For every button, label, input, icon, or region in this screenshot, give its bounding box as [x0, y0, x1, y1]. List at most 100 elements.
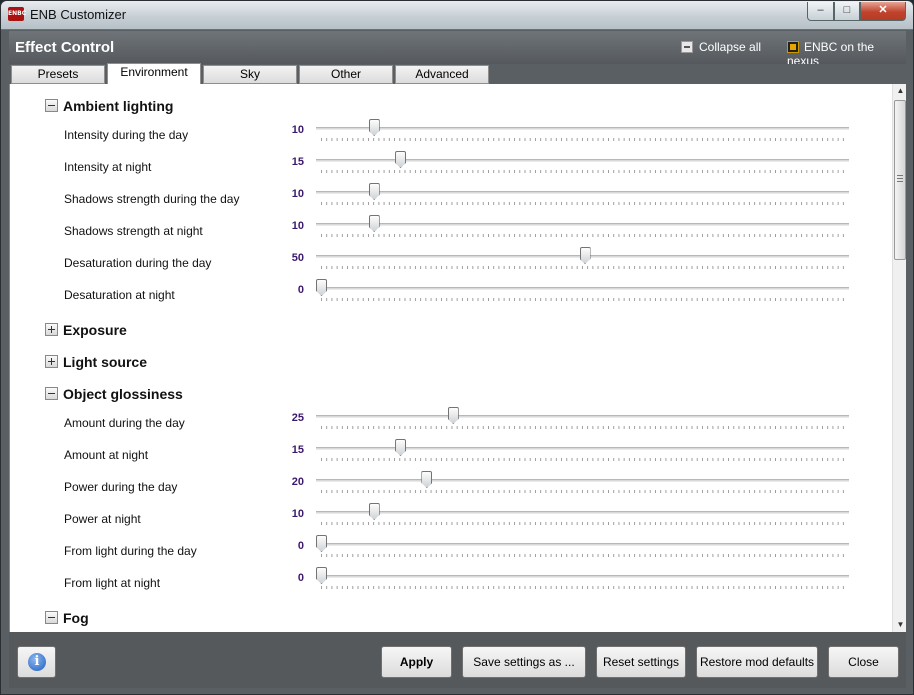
section-title: Ambient lighting: [63, 98, 174, 114]
expand-icon[interactable]: [45, 323, 58, 336]
section-ambient-lighting[interactable]: Ambient lighting: [10, 84, 890, 116]
collapse-all-toggle[interactable]: Collapse all: [681, 40, 761, 54]
section-light-source[interactable]: Light source: [10, 340, 890, 372]
section-title: Light source: [63, 354, 148, 370]
nexus-icon: [787, 41, 799, 53]
tab-other[interactable]: Other: [299, 65, 393, 84]
slider-ticks: [321, 202, 844, 205]
window-close-button[interactable]: ✕: [860, 2, 906, 21]
reset-settings-button[interactable]: Reset settings: [596, 646, 686, 678]
collapse-icon[interactable]: [45, 611, 58, 624]
collapse-icon[interactable]: [45, 99, 58, 112]
section-fog[interactable]: Fog: [10, 596, 890, 628]
slider-track[interactable]: [316, 287, 849, 290]
save-settings-button[interactable]: Save settings as ...: [462, 646, 586, 678]
slider-value: 50: [291, 252, 304, 264]
slider-row: Power during the day 20: [10, 468, 890, 500]
tab-sky[interactable]: Sky: [203, 65, 297, 84]
settings-list: Ambient lighting Intensity during the day…: [10, 84, 890, 628]
settings-panel: Ambient lighting Intensity during the day…: [9, 84, 906, 632]
slider-thumb[interactable]: [316, 567, 327, 584]
scroll-up-arrow-icon[interactable]: ▲: [893, 84, 906, 98]
slider-value: 10: [291, 124, 304, 136]
slider-ticks: [321, 490, 844, 493]
slider-track[interactable]: [316, 575, 849, 578]
slider-label: Amount at night: [64, 448, 149, 462]
collapse-all-label: Collapse all: [699, 40, 762, 54]
slider-track[interactable]: [316, 191, 849, 194]
minimize-button[interactable]: –: [807, 2, 834, 21]
section-title: Exposure: [63, 322, 127, 338]
slider-track[interactable]: [316, 479, 849, 482]
slider-thumb[interactable]: [316, 279, 327, 296]
slider-thumb[interactable]: [316, 535, 327, 552]
scrollbar-thumb[interactable]: [894, 100, 906, 260]
slider-ticks: [321, 458, 844, 461]
slider-label: Power during the day: [64, 480, 178, 494]
slider-thumb[interactable]: [368, 183, 380, 200]
slider-row: Intensity at night 15: [10, 148, 890, 180]
slider-thumb[interactable]: [368, 215, 380, 232]
expand-icon[interactable]: [45, 355, 58, 368]
section-header[interactable]: Object glossiness: [45, 386, 183, 402]
restore-defaults-button[interactable]: Restore mod defaults: [696, 646, 818, 678]
slider-label: Power at night: [64, 512, 141, 526]
slider-ticks: [321, 266, 844, 269]
slider-value: 10: [291, 508, 304, 520]
slider-label: From light during the day: [64, 544, 197, 558]
tab-bar: Presets Environment Sky Other Advanced: [9, 63, 906, 85]
slider-row: Amount at night 15: [10, 436, 890, 468]
slider-thumb[interactable]: [421, 471, 433, 488]
slider-thumb[interactable]: [395, 151, 407, 168]
slider-track[interactable]: [316, 543, 849, 546]
section-title: Object glossiness: [63, 386, 183, 402]
maximize-button[interactable]: □: [834, 2, 860, 21]
slider-row: Desaturation during the day 50: [10, 244, 890, 276]
grip-icon: [897, 175, 903, 182]
slider-thumb[interactable]: [579, 247, 591, 264]
page-title: Effect Control: [15, 39, 115, 56]
slider-thumb[interactable]: [368, 119, 380, 136]
slider-track[interactable]: [316, 223, 849, 226]
slider-track[interactable]: [316, 415, 849, 418]
section-header[interactable]: Fog: [45, 610, 89, 626]
slider-ticks: [321, 298, 844, 301]
slider-row: Desaturation at night 0: [10, 276, 890, 308]
section-exposure[interactable]: Exposure: [10, 308, 890, 340]
tab-presets[interactable]: Presets: [11, 65, 105, 84]
collapse-checkbox-icon[interactable]: [681, 41, 693, 53]
slider-row: Shadows strength during the day 10: [10, 180, 890, 212]
section-object-glossiness[interactable]: Object glossiness: [10, 372, 890, 404]
section-header[interactable]: Ambient lighting: [45, 98, 173, 114]
info-button[interactable]: i: [17, 646, 56, 678]
section-header[interactable]: Exposure: [45, 322, 127, 338]
enbc-app-icon: ENBC: [8, 7, 26, 21]
slider-label: Amount during the day: [64, 416, 185, 430]
slider-value: 20: [291, 476, 304, 488]
slider-track[interactable]: [316, 127, 849, 130]
slider-value: 10: [291, 188, 304, 200]
vertical-scrollbar[interactable]: ▲ ▼: [892, 84, 906, 632]
slider-value: 0: [297, 540, 304, 552]
title-bar[interactable]: ENBC ENB Customizer – □ ✕: [1, 1, 913, 29]
effect-control-header: Effect Control Collapse all ENBC on the …: [9, 31, 906, 68]
slider-value: 0: [297, 572, 304, 584]
slider-value: 10: [291, 220, 304, 232]
slider-ticks: [321, 138, 844, 141]
slider-thumb[interactable]: [447, 407, 459, 424]
slider-label: From light at night: [64, 576, 161, 590]
slider-ticks: [321, 170, 844, 173]
slider-thumb[interactable]: [395, 439, 407, 456]
slider-label: Intensity during the day: [64, 128, 189, 142]
tab-environment[interactable]: Environment: [107, 63, 201, 85]
apply-button[interactable]: Apply: [381, 646, 452, 678]
slider-row: Amount during the day 25: [10, 404, 890, 436]
scroll-down-arrow-icon[interactable]: ▼: [893, 618, 906, 632]
slider-label: Shadows strength during the day: [64, 192, 240, 206]
collapse-icon[interactable]: [45, 387, 58, 400]
slider-thumb[interactable]: [368, 503, 380, 520]
section-header[interactable]: Light source: [45, 354, 147, 370]
tab-advanced[interactable]: Advanced: [395, 65, 489, 84]
close-button[interactable]: Close: [828, 646, 899, 678]
slider-track[interactable]: [316, 511, 849, 514]
